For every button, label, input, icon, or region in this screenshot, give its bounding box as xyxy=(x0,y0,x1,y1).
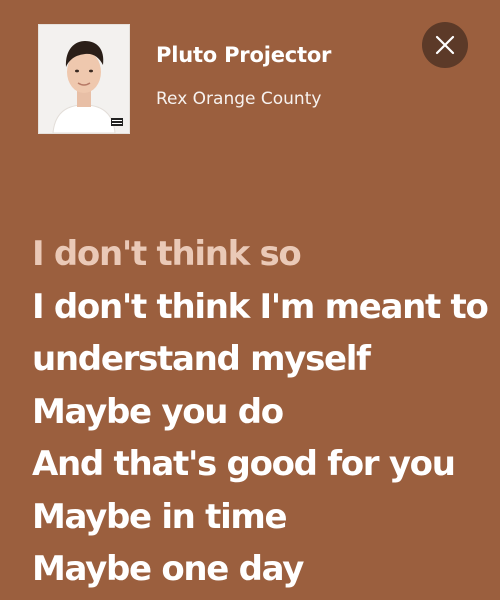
lyric-line[interactable]: Maybe one day xyxy=(32,543,490,596)
track-artist[interactable]: Rex Orange County xyxy=(156,89,321,109)
lyric-line[interactable]: And that's good for you xyxy=(32,438,490,491)
album-cover[interactable] xyxy=(38,24,130,134)
lyric-line[interactable]: I don't think I'm meant to xyxy=(32,281,490,334)
lyric-line[interactable]: Maybe in time xyxy=(32,491,490,544)
close-icon xyxy=(435,35,455,55)
lyric-line[interactable]: I don't think so xyxy=(32,228,490,281)
lyric-line[interactable]: Maybe you do xyxy=(32,386,490,439)
close-button[interactable] xyxy=(422,22,468,68)
album-art-portrait xyxy=(39,25,129,133)
lyrics-panel[interactable]: I don't think so I don't think I'm meant… xyxy=(32,228,490,596)
now-playing-header: Pluto Projector Rex Orange County xyxy=(0,0,500,150)
lyric-line[interactable]: understand myself xyxy=(32,333,490,386)
track-title: Pluto Projector xyxy=(156,43,332,67)
